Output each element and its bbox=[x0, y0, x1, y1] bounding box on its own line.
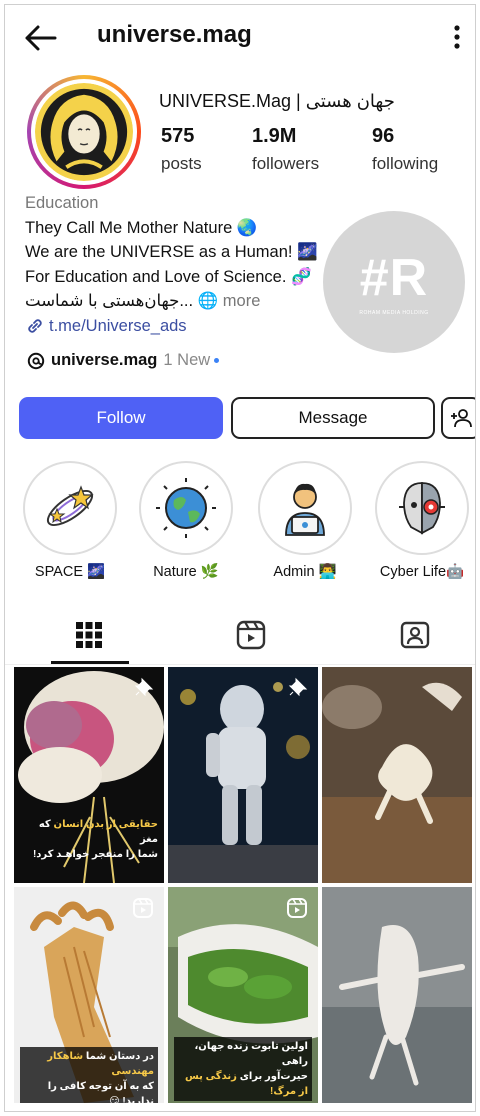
post-caption: حقایقی از بدن انسان که مغز شما را منفجر … bbox=[32, 819, 158, 860]
following-stat[interactable]: 96 following bbox=[372, 125, 438, 174]
content-tabs bbox=[5, 609, 475, 665]
highlight-nature[interactable]: Nature 🌿 bbox=[139, 461, 233, 580]
post-thumbnail[interactable] bbox=[168, 667, 318, 883]
message-button[interactable]: Message bbox=[231, 397, 435, 439]
highlight-label: Admin 👨‍💻 bbox=[273, 564, 337, 580]
post-thumbnail[interactable] bbox=[322, 887, 472, 1103]
threads-new-count: 1 New bbox=[163, 351, 211, 369]
threads-handle: universe.mag bbox=[51, 351, 158, 369]
followers-stat[interactable]: 1.9M followers bbox=[252, 125, 319, 174]
following-count: 96 bbox=[372, 125, 395, 147]
back-arrow-icon[interactable] bbox=[23, 23, 57, 53]
highlight-label: Cyber Life🤖 bbox=[379, 564, 465, 580]
sea-creature-image bbox=[322, 667, 472, 883]
profile-handle: universe.mag bbox=[97, 21, 252, 48]
profile-avatar[interactable] bbox=[27, 75, 141, 189]
profile-screen: universe.mag UNIVERSE.Mag | جهان هستی 57… bbox=[4, 4, 476, 1112]
active-tab-indicator bbox=[51, 661, 129, 664]
followers-count: 1.9M bbox=[252, 125, 297, 147]
tagged-icon[interactable] bbox=[397, 617, 433, 653]
orbit-stars-icon bbox=[46, 485, 94, 527]
bio-link-text: t.me/Universe_ads bbox=[49, 316, 187, 335]
bio-persian-text: جهان‌هستی با شماست... 🌐 bbox=[25, 292, 219, 310]
post-thumbnail[interactable]: اولین تابوت زنده جهان، راهی حیرت‌آور برا… bbox=[168, 887, 318, 1103]
post-thumbnail[interactable]: در دستان شما شاهکار مهندسی که به آن توجه… bbox=[14, 887, 164, 1103]
pinned-icon bbox=[288, 677, 308, 697]
posts-label: posts bbox=[161, 154, 202, 173]
grid-icon[interactable] bbox=[71, 617, 107, 653]
watermark-logo: #R ROHAM MEDIA HOLDING bbox=[323, 211, 465, 353]
threads-badge[interactable]: universe.mag 1 New bbox=[27, 351, 220, 370]
post-caption: اولین تابوت زنده جهان، راهی حیرت‌آور برا… bbox=[174, 1037, 312, 1101]
globe-icon bbox=[156, 478, 216, 538]
more-link[interactable]: more bbox=[223, 292, 261, 310]
post-caption: در دستان شما شاهکار مهندسی که به آن توجه… bbox=[20, 1047, 158, 1103]
add-user-icon bbox=[451, 409, 472, 428]
following-label: following bbox=[372, 154, 439, 173]
highlight-label: SPACE 🌌 bbox=[34, 564, 106, 580]
highlight-label: Nature 🌿 bbox=[153, 564, 219, 580]
top-bar: universe.mag bbox=[5, 5, 475, 69]
display-name: UNIVERSE.Mag | جهان هستی bbox=[159, 91, 395, 111]
robot-icon bbox=[399, 482, 445, 535]
post-thumbnail[interactable] bbox=[322, 667, 472, 883]
posts-stat[interactable]: 575 posts bbox=[161, 125, 202, 174]
post-thumbnail[interactable]: حقایقی از بدن انسان که مغز شما را منفجر … bbox=[14, 667, 164, 883]
followers-label: followers bbox=[252, 154, 320, 173]
follow-button[interactable]: Follow bbox=[19, 397, 223, 439]
threads-icon bbox=[27, 352, 45, 369]
pinned-icon bbox=[134, 677, 154, 697]
suggested-users-button[interactable] bbox=[441, 397, 475, 439]
reel-icon bbox=[133, 898, 153, 918]
avatar-mother-nature-logo bbox=[35, 83, 133, 181]
floating-creature-image bbox=[322, 887, 472, 1103]
posts-count: 575 bbox=[161, 125, 195, 147]
highlight-admin[interactable]: Admin 👨‍💻 bbox=[258, 461, 352, 580]
more-options-icon[interactable] bbox=[447, 23, 467, 51]
new-indicator-dot bbox=[214, 358, 220, 363]
reels-icon[interactable] bbox=[233, 617, 269, 653]
admin-icon bbox=[285, 483, 325, 536]
reel-icon bbox=[287, 898, 307, 918]
highlight-cyber-life[interactable]: Cyber Life🤖 bbox=[375, 461, 469, 580]
astronaut-image bbox=[168, 667, 318, 883]
link-icon bbox=[28, 319, 42, 333]
highlight-space[interactable]: SPACE 🌌 bbox=[23, 461, 117, 580]
